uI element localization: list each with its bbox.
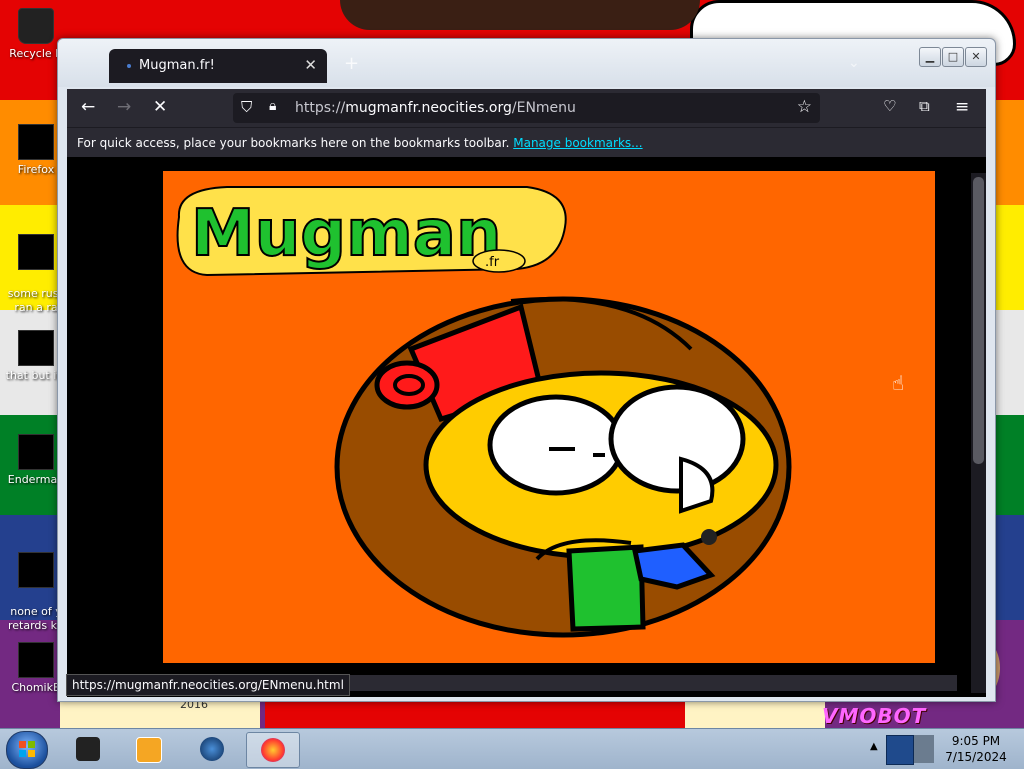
tab-strip: Mugman.fr! ✕ + ⌄ ▁ □ ✕ bbox=[58, 39, 995, 87]
file-icon bbox=[18, 234, 54, 270]
wallpaper-character-top bbox=[340, 0, 700, 30]
manage-bookmarks-link[interactable]: Manage bookmarks... bbox=[513, 136, 642, 150]
media-player-icon bbox=[136, 737, 162, 763]
url-bar[interactable]: ⛉ 🔒︎ https://mugmanfr.neocities.org/ENme… bbox=[233, 93, 820, 123]
taskbar-app-1[interactable] bbox=[62, 732, 114, 766]
url-text[interactable]: https://mugmanfr.neocities.org/ENmenu bbox=[295, 100, 576, 116]
file-icon bbox=[18, 642, 54, 678]
desktop-icon-label: Firefox bbox=[17, 163, 55, 176]
close-window-button[interactable]: ✕ bbox=[965, 47, 987, 67]
minimize-button[interactable]: ▁ bbox=[919, 47, 941, 67]
taskbar-globe[interactable] bbox=[186, 732, 238, 766]
file-icon bbox=[18, 330, 54, 366]
list-tabs-chevron-icon[interactable]: ⌄ bbox=[848, 55, 860, 71]
logo-sub-text: .fr bbox=[485, 255, 500, 270]
extensions-icon[interactable]: ⧉ bbox=[919, 97, 930, 115]
hand-cursor-icon: ☝︎ bbox=[892, 371, 905, 395]
vm-watermark: VMOBOT bbox=[822, 704, 927, 728]
taskbar-clock[interactable]: 9:05 PM 7/15/2024 bbox=[936, 733, 1016, 765]
bookmarks-hint: For quick access, place your bookmarks h… bbox=[77, 136, 643, 150]
wallpaper-character-bottom-red bbox=[265, 700, 685, 728]
menu-hamburger-icon[interactable]: ≡ bbox=[955, 97, 969, 117]
pocket-icon[interactable]: ♡ bbox=[883, 97, 896, 115]
mugman-logo: Mugman .fr bbox=[176, 186, 567, 277]
app-icon bbox=[76, 737, 100, 761]
windows-logo-icon bbox=[19, 741, 35, 757]
firefox-icon bbox=[261, 738, 285, 762]
tab-title: Mugman.fr! bbox=[139, 58, 215, 73]
browser-window: Mugman.fr! ✕ + ⌄ ▁ □ ✕ ← → ✕ ⛉ 🔒︎ https:… bbox=[57, 38, 996, 702]
taskbar-firefox[interactable] bbox=[246, 732, 300, 768]
tab-close-icon[interactable]: ✕ bbox=[304, 56, 317, 74]
new-tab-button[interactable]: + bbox=[344, 53, 359, 74]
logo-text: Mugman bbox=[191, 197, 502, 271]
recycle-bin-icon bbox=[18, 8, 54, 44]
file-icon bbox=[18, 552, 54, 588]
mugman-stage[interactable]: Mugman .fr bbox=[163, 171, 935, 663]
taskbar: ▲ 9:05 PM 7/15/2024 bbox=[0, 728, 1024, 769]
tab-favicon-icon bbox=[127, 64, 131, 68]
desktop-icon-label: ChomikB bbox=[11, 681, 61, 694]
desktop-icon-label: some russ ran a ra bbox=[7, 287, 65, 314]
mugman-character-image bbox=[334, 296, 792, 638]
network-icon[interactable] bbox=[886, 735, 914, 765]
forward-arrow-icon[interactable]: → bbox=[117, 97, 131, 117]
back-arrow-icon[interactable]: ← bbox=[81, 97, 95, 117]
bookmarks-toolbar: For quick access, place your bookmarks h… bbox=[67, 127, 986, 158]
desktop-icon-label: Enderman bbox=[7, 473, 65, 486]
wallpaper-character-bottom bbox=[60, 700, 260, 728]
wallpaper-character-bottom-right bbox=[685, 700, 825, 728]
lock-icon[interactable]: 🔒︎ bbox=[269, 98, 276, 114]
scrollbar-thumb[interactable] bbox=[973, 177, 984, 464]
clock-time: 9:05 PM bbox=[951, 734, 1001, 748]
vertical-scrollbar[interactable] bbox=[971, 173, 986, 693]
maximize-button[interactable]: □ bbox=[942, 47, 964, 67]
page-viewport: Mugman .fr ☝︎ bbox=[67, 157, 986, 697]
shield-icon[interactable]: ⛉ bbox=[241, 98, 252, 116]
clock-date: 7/15/2024 bbox=[945, 750, 1007, 764]
tray-expand-icon[interactable]: ▲ bbox=[870, 741, 878, 752]
globe-icon bbox=[200, 737, 224, 761]
app-icon bbox=[18, 434, 54, 470]
tab-mugman[interactable]: Mugman.fr! ✕ bbox=[109, 49, 327, 83]
bookmark-star-icon[interactable]: ☆ bbox=[797, 97, 812, 117]
link-status-bar: https://mugmanfr.neocities.org/ENmenu.ht… bbox=[66, 674, 350, 696]
stop-loading-icon[interactable]: ✕ bbox=[153, 97, 167, 117]
desktop-icon-label: Recycle B bbox=[9, 47, 63, 60]
desktop-icon-label: none of y retards kn bbox=[8, 605, 64, 632]
firefox-icon bbox=[18, 124, 54, 160]
navigation-toolbar: ← → ✕ ⛉ 🔒︎ https://mugmanfr.neocities.or… bbox=[67, 89, 986, 127]
system-tray: ▲ bbox=[864, 731, 936, 767]
taskbar-media-player[interactable] bbox=[122, 732, 174, 766]
volume-icon[interactable] bbox=[914, 735, 934, 763]
start-button[interactable] bbox=[6, 731, 48, 769]
